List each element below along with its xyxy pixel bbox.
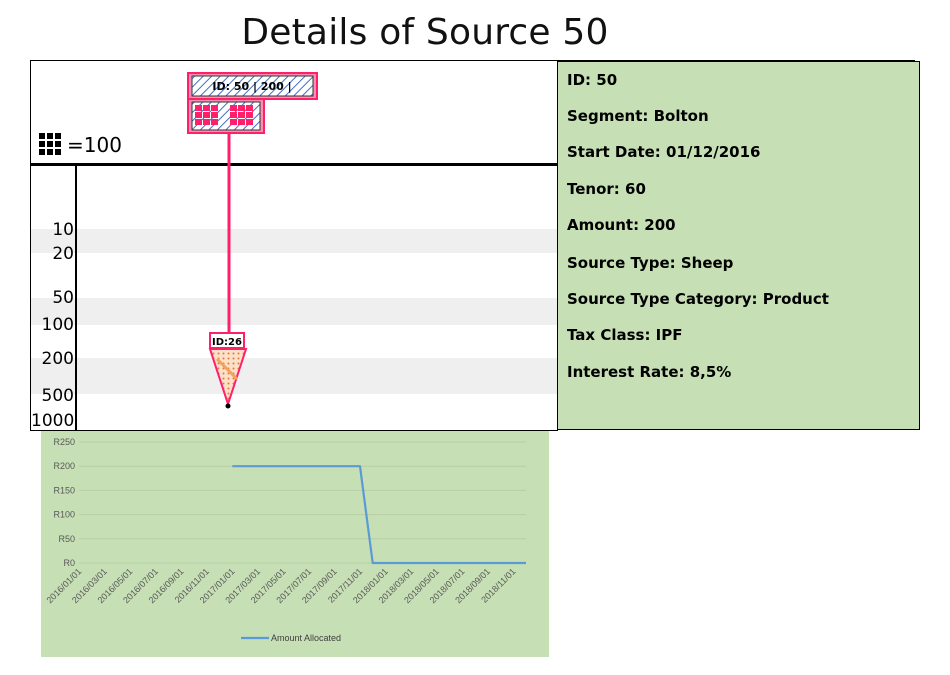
target-funnel [208,348,248,408]
source-50-node[interactable]: ID: 50 | 200 | [187,72,318,134]
source-badge-label: ID: 50 | 200 | [212,80,291,93]
detail-start-date: Start Date: 01/12/2016 [567,143,761,161]
source-details-panel: ID: 50 Segment: Bolton Start Date: 01/12… [557,61,920,430]
legend-label-amount-allocated: Amount Allocated [271,633,341,643]
y-tick-label: R150 [53,485,75,495]
source-flow-diagram: ID: 50 | 200 | ID:26 [187,72,318,409]
amount-allocated-chart: R0 R50 R100 R150 R200 R250 2016/01/01 2016/03/0… [41,431,549,657]
detail-interest-rate: Interest Rate: 8,5% [567,363,732,381]
y-tick-label: R250 [53,437,75,447]
detail-id: ID: 50 [567,71,618,89]
target-26-node[interactable]: ID:26 [208,332,248,409]
page-title: Details of Source 50 [241,12,609,53]
detail-amount: Amount: 200 [567,216,676,234]
detail-tenor: Tenor: 60 [567,180,646,198]
y-tick-label: R0 [63,558,75,568]
target-badge-label: ID:26 [212,337,242,348]
timeline-panel: =100 10 20 50 100 200 500 1000 ID: 50 | … [30,61,558,431]
detail-segment: Segment: Bolton [567,107,709,125]
target-point [225,403,231,409]
y-tick-label: R200 [53,461,75,471]
detail-source-type: Source Type: Sheep [567,254,734,272]
amount-allocated-svg: R0R50R100R150R200R2502016/01/012016/03/0… [44,437,526,643]
y-tick-label: R100 [53,510,75,520]
y-tick-label: R50 [58,534,75,544]
detail-tax-class: Tax Class: IPF [567,326,683,344]
detail-source-category: Source Type Category: Product [567,290,829,308]
